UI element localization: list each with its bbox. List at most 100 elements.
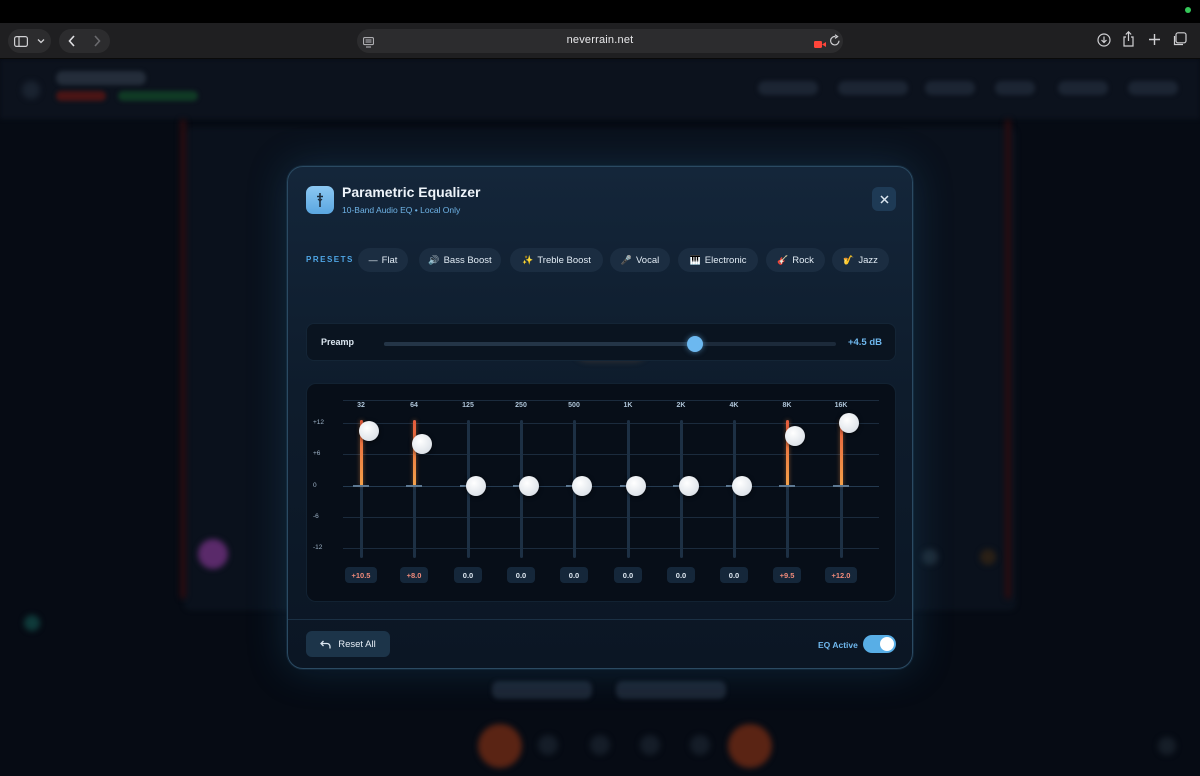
preset-label: Jazz — [858, 254, 878, 266]
preset-electronic[interactable]: 🎹 Electronic — [678, 248, 758, 272]
band-value-2k: 0.0 — [667, 567, 695, 583]
freq-label-1k: 1K — [623, 402, 633, 409]
band-thumb-1k[interactable] — [626, 476, 646, 496]
browser-toolbar: neverrain.net — [0, 23, 1200, 59]
band-thumb-250[interactable] — [519, 476, 539, 496]
preset-label: Treble Boost — [537, 254, 591, 266]
background-btn-4 — [690, 735, 710, 755]
background-nav-1 — [758, 81, 818, 95]
reload-icon[interactable] — [829, 34, 841, 52]
background-dot — [24, 615, 40, 631]
background-btn-2 — [590, 735, 610, 755]
band-zero-tick — [353, 485, 369, 487]
background-btn-5 — [1158, 737, 1176, 755]
background-avatar — [198, 539, 228, 569]
db-label: -12 — [313, 544, 323, 551]
modal-subtitle: 10-Band Audio EQ • Local Only — [342, 205, 461, 215]
address-bar[interactable]: neverrain.net — [357, 29, 843, 53]
close-button[interactable] — [872, 187, 896, 211]
background-nav-4 — [995, 81, 1035, 95]
preamp-label: Preamp — [321, 337, 355, 347]
nav-buttons — [59, 29, 110, 53]
preamp-slider[interactable] — [384, 336, 836, 352]
background-pill-b — [616, 681, 726, 699]
back-icon[interactable] — [59, 29, 84, 53]
background-title — [56, 71, 146, 85]
grid-line — [343, 486, 879, 487]
new-tab-icon[interactable] — [1148, 33, 1161, 51]
background-right-bar — [1005, 119, 1011, 599]
reset-all-button[interactable]: Reset All — [306, 631, 390, 657]
preset-bass-boost[interactable]: 🔊 Bass Boost — [419, 248, 501, 272]
url-text: neverrain.net — [566, 34, 634, 46]
band-thumb-125[interactable] — [466, 476, 486, 496]
eq-active-toggle[interactable] — [863, 635, 896, 653]
camera-recording-icon[interactable] — [814, 36, 826, 54]
forward-icon[interactable] — [84, 29, 109, 53]
band-zero-tick — [779, 485, 795, 487]
footer-divider — [288, 619, 912, 620]
grid-line — [343, 548, 879, 549]
band-value-16k: +12.0 — [825, 567, 857, 583]
freq-label-8k: 8K — [782, 402, 792, 409]
band-value-1k: 0.0 — [614, 567, 642, 583]
preset-vocal[interactable]: 🎤 Vocal — [610, 248, 670, 272]
preset-label: Electronic — [704, 254, 747, 266]
preset-treble-boost[interactable]: ✨ Treble Boost — [510, 248, 603, 272]
background-control-a — [922, 549, 938, 565]
preset-label: Flat — [381, 254, 398, 266]
band-thumb-64[interactable] — [412, 434, 432, 454]
grid-line — [343, 423, 879, 424]
freq-label-4k: 4K — [729, 402, 739, 409]
band-thumb-4k[interactable] — [732, 476, 752, 496]
background-logo — [22, 81, 40, 99]
toggle-knob — [880, 637, 894, 651]
db-label: -6 — [313, 513, 319, 520]
modal-title: Parametric Equalizer — [342, 184, 481, 200]
preamp-control: Preamp +4.5 dB — [306, 323, 896, 361]
share-icon[interactable] — [1122, 30, 1135, 52]
close-icon — [879, 194, 889, 204]
preset-label: Vocal — [635, 254, 660, 266]
background-nav-5 — [1058, 81, 1108, 95]
background-play-right — [728, 724, 772, 768]
db-label: +6 — [313, 450, 321, 457]
tab-overview-icon[interactable] — [1172, 32, 1187, 52]
presets-label: PRESETS — [306, 255, 354, 264]
background-btn-1 — [538, 735, 558, 755]
background-nav-2 — [838, 81, 908, 95]
preset-rock[interactable]: 🎸 Rock — [766, 248, 825, 272]
band-thumb-500[interactable] — [572, 476, 592, 496]
db-label: 0 — [313, 482, 317, 489]
preset-emoji-icon: 🎸 — [777, 254, 789, 265]
freq-label-32: 32 — [357, 402, 365, 409]
background-play-left — [478, 724, 522, 768]
preset-emoji-icon: 🎹 — [689, 254, 701, 265]
band-thumb-8k[interactable] — [785, 426, 805, 446]
background-btn-3 — [640, 735, 660, 755]
background-badge-green — [118, 91, 198, 101]
band-value-64: +8.0 — [400, 567, 428, 583]
preset-emoji-icon: 🎤 — [620, 254, 632, 265]
band-value-32: +10.5 — [345, 567, 377, 583]
preset-jazz[interactable]: 🎷 Jazz — [832, 248, 889, 272]
download-icon[interactable] — [1097, 33, 1111, 52]
sidebar-toggle-group[interactable] — [8, 29, 51, 53]
equalizer-modal: Parametric Equalizer 10-Band Audio EQ • … — [287, 166, 913, 669]
band-value-4k: 0.0 — [720, 567, 748, 583]
preset-flat[interactable]: — Flat — [358, 248, 408, 272]
background-control-b — [980, 549, 996, 565]
band-fill-64 — [412, 420, 416, 486]
freq-label-2k: 2K — [676, 402, 686, 409]
preamp-thumb[interactable] — [687, 336, 703, 352]
undo-icon — [320, 640, 331, 648]
band-thumb-2k[interactable] — [679, 476, 699, 496]
band-thumb-16k[interactable] — [839, 413, 859, 433]
chevron-down-icon[interactable] — [34, 29, 48, 53]
band-thumb-32[interactable] — [359, 421, 379, 441]
grid-line — [343, 517, 879, 518]
freq-label-125: 125 — [462, 402, 474, 409]
header-line — [343, 400, 879, 401]
preset-emoji-icon: — — [368, 255, 378, 265]
sidebar-icon[interactable] — [8, 29, 34, 53]
